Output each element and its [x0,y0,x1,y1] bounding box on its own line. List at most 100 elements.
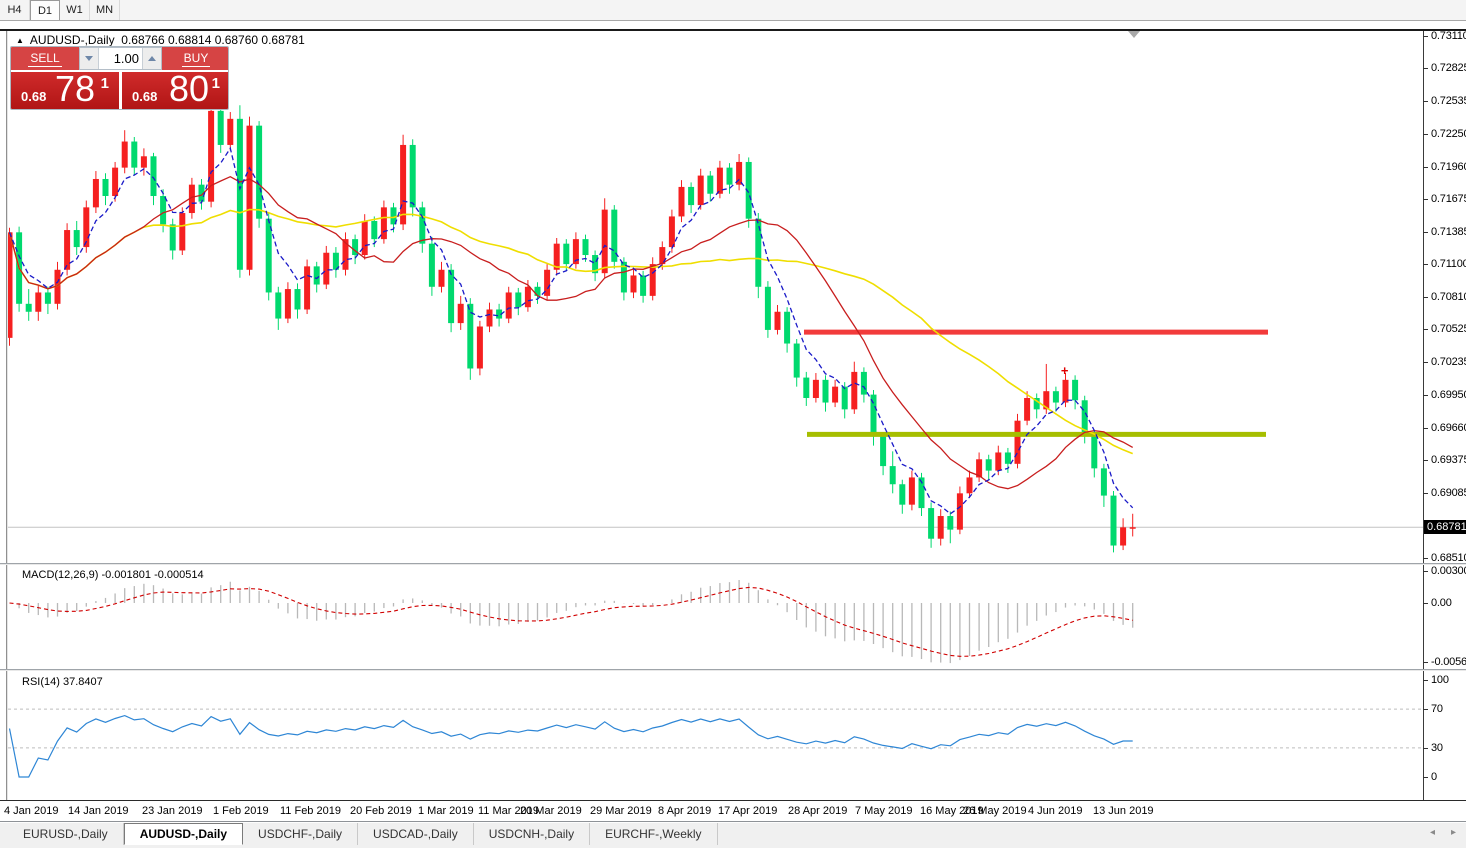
mt4-window: H4D1W1MN + ▲ AUDUSD-,Daily 0.68766 0.6881… [0,0,1466,848]
symbol-period-label: AUDUSD-,Daily [30,33,115,47]
price-tick-label: 0.71385 [1431,226,1466,238]
price-tick [1423,558,1428,559]
tab-scroll-right-icon[interactable]: ▸ [1451,827,1456,838]
sell-button[interactable]: SELL [11,47,79,70]
symbol-tab-eurusd[interactable]: EURUSD-,Daily [8,823,124,845]
sell-price-main: 78 [55,68,95,110]
date-label: 20 Mar 2019 [520,805,582,817]
price-tick-label: 0.71675 [1431,193,1466,205]
price-tick [1423,428,1428,429]
price-tick [1423,264,1428,265]
price-tick-label: 0.69085 [1431,487,1466,499]
macd-tick-label: -0.005648 [1431,656,1466,668]
macd-pane [8,565,1423,669]
buy-price-prefix: 0.68 [132,89,157,104]
price-tick-label: 0.71100 [1431,258,1466,270]
rsi-tick-label: 0 [1431,771,1437,783]
price-tick-label: 0.69950 [1431,389,1466,401]
date-label: 23 Jan 2019 [142,805,203,817]
sell-price-pip: 1 [101,75,109,92]
volume-up-icon [148,56,156,61]
rsi-tick [1423,748,1428,749]
rsi-tick [1423,680,1428,681]
rsi-tick-label: 100 [1431,674,1449,686]
date-label: 14 Jan 2019 [68,805,129,817]
candlestick-layer [8,102,1136,553]
macd-tick [1423,603,1428,604]
price-tick [1423,493,1428,494]
macd-label: MACD(12,26,9) -0.001801 -0.000514 [22,569,204,581]
date-label: 29 Mar 2019 [590,805,652,817]
tab-scroll-left-icon[interactable]: ◂ [1430,827,1435,838]
price-tick [1423,167,1428,168]
current-price-tag: 0.68781 [1424,520,1466,534]
price-tick [1423,68,1428,69]
date-label: 7 May 2019 [855,805,912,817]
date-label: 1 Mar 2019 [418,805,474,817]
macd-tick [1423,571,1428,572]
price-tick-label: 0.72535 [1431,95,1466,107]
price-tick-label: 0.73110 [1431,30,1466,42]
date-label: 4 Jun 2019 [1028,805,1082,817]
rsi-tick [1423,709,1428,710]
date-label: 1 Feb 2019 [213,805,269,817]
price-tick-label: 0.70235 [1431,356,1466,368]
timeframe-button-d1[interactable]: D1 [30,0,60,20]
buy-price-main: 80 [169,68,209,110]
price-tick [1423,199,1428,200]
price-tick-label: 0.69375 [1431,454,1466,466]
date-label: 8 Apr 2019 [658,805,711,817]
volume-spinner [79,47,162,70]
chart-shift-icon[interactable] [1128,31,1140,38]
price-tick [1423,134,1428,135]
timeframe-button-mn[interactable]: MN [90,0,120,20]
buy-quote-box[interactable]: 0.68 80 1 [122,72,229,110]
sell-price-prefix: 0.68 [21,89,46,104]
timeframe-toolbar: H4D1W1MN [0,0,1466,21]
chart-title: ▲ AUDUSD-,Daily 0.68766 0.68814 0.68760 0… [16,33,305,47]
symbol-tab-audusd[interactable]: AUDUSD-,Daily [124,823,243,845]
buy-button[interactable]: BUY [162,47,229,70]
panel-collapse-icon[interactable]: ▲ [16,36,24,45]
symbol-tab-bar: EURUSD-,DailyAUDUSD-,DailyUSDCHF-,DailyU… [0,823,1466,848]
symbol-tab-usdcnh[interactable]: USDCNH-,Daily [474,823,590,845]
rsi-tick-label: 30 [1431,742,1443,754]
date-label: 11 Feb 2019 [280,805,341,817]
price-tick [1423,460,1428,461]
symbol-tab-usdchf[interactable]: USDCHF-,Daily [243,823,358,845]
symbol-tab-eurchf[interactable]: EURCHF-,Weekly [590,823,717,845]
rsi-tick-label: 70 [1431,703,1443,715]
rsi-pane [8,671,1423,799]
price-tick-label: 0.69660 [1431,422,1466,434]
price-tick [1423,232,1428,233]
date-label: 4 Jan 2019 [4,805,58,817]
timeframe-button-h4[interactable]: H4 [0,0,30,20]
symbol-tab-usdcad[interactable]: USDCAD-,Daily [358,823,474,845]
price-tick-label: 0.72825 [1431,62,1466,74]
ohlc-values: 0.68766 0.68814 0.68760 0.68781 [121,33,305,47]
rsi-label: RSI(14) 37.8407 [22,676,103,688]
time-axis[interactable]: 4 Jan 2019 14 Jan 2019 23 Jan 2019 1 Feb 20… [0,800,1466,821]
volume-input[interactable] [99,48,142,69]
tab-scroll-controls: ◂ ▸ [1430,827,1456,838]
volume-increase-button[interactable] [142,48,161,69]
trade-open-marker: + [1061,363,1069,378]
price-tick-label: 0.70525 [1431,323,1466,335]
price-tick-label: 0.72250 [1431,128,1466,140]
sell-quote-box[interactable]: 0.68 78 1 [11,72,119,110]
price-tick [1423,362,1428,363]
buy-price-pip: 1 [212,75,220,92]
date-label: 26 May 2019 [963,805,1027,817]
price-tick [1423,297,1428,298]
macd-tick-label: 0.00 [1431,597,1452,609]
one-click-trading-panel: SELL BUY 0.68 78 1 0.68 80 1 [10,46,229,110]
date-label: 13 Jun 2019 [1093,805,1154,817]
price-axis-separator [1423,31,1424,801]
volume-decrease-button[interactable] [80,48,99,69]
macd-tick-label: 0.003003 [1431,565,1466,577]
price-tick [1423,101,1428,102]
price-tick [1423,329,1428,330]
macd-tick [1423,662,1428,663]
date-label: 28 Apr 2019 [788,805,847,817]
timeframe-button-w1[interactable]: W1 [60,0,90,20]
